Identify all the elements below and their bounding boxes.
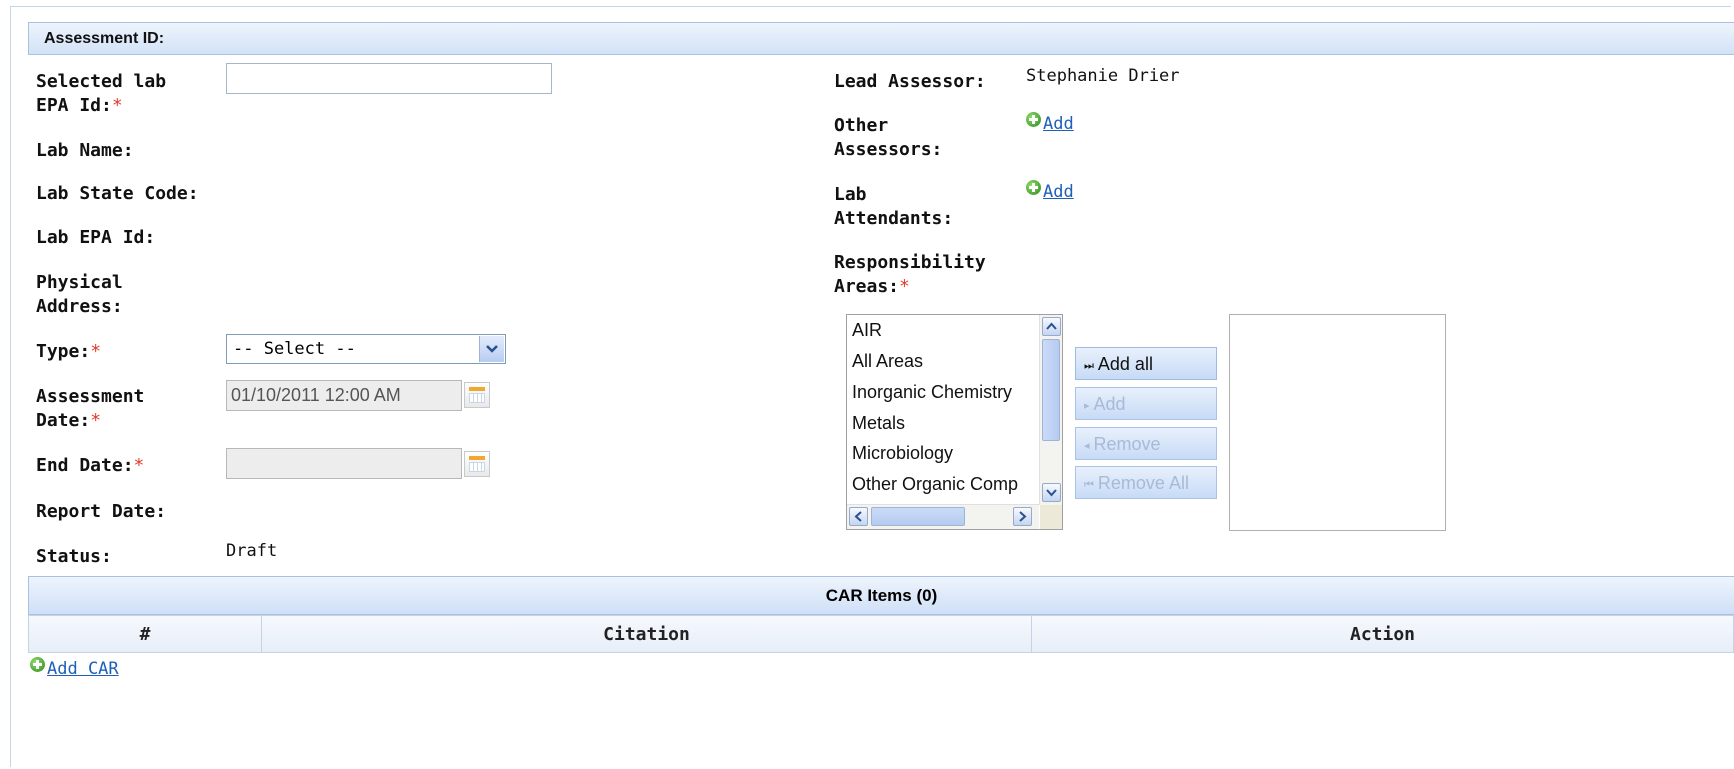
selected-areas-listbox[interactable] <box>1229 314 1446 531</box>
section-title: Assessment ID: <box>44 30 165 47</box>
rewind-icon: ⏮ <box>1084 479 1094 491</box>
lab-attendants-label: Lab Attendants: <box>834 184 954 229</box>
physical-address-label: Physical Address: <box>36 272 123 317</box>
remove-button[interactable]: ◂ Remove <box>1075 427 1217 460</box>
scroll-down-icon[interactable] <box>1042 483 1061 502</box>
vertical-scrollbar[interactable] <box>1039 315 1062 505</box>
add-other-assessor-link[interactable]: Add <box>1026 112 1074 134</box>
scroll-left-icon[interactable] <box>849 507 868 526</box>
chevron-down-icon[interactable] <box>479 336 504 362</box>
selected-lab-epa-input[interactable] <box>226 63 552 94</box>
add-lab-attendant-link[interactable]: Add <box>1026 180 1074 202</box>
type-selected-value: -- Select -- <box>233 339 356 359</box>
list-item[interactable]: Microbiology <box>852 443 953 464</box>
status-label: Status: <box>36 546 112 567</box>
scroll-corner <box>1040 505 1062 529</box>
section-header: Assessment ID: <box>28 22 1734 55</box>
type-select[interactable]: -- Select -- <box>226 334 506 364</box>
play-icon: ▸ <box>1084 400 1090 412</box>
type-label: Type:* <box>36 341 102 362</box>
list-item[interactable]: Metals <box>852 413 905 434</box>
fast-forward-icon: ⏭ <box>1084 360 1094 372</box>
report-date-label: Report Date: <box>36 501 167 522</box>
car-items-header: CAR Items (0) <box>28 576 1734 615</box>
car-items-title: CAR Items (0) <box>825 586 938 605</box>
calendar-icon[interactable] <box>464 451 490 477</box>
lead-assessor-label: Lead Assessor: <box>834 71 986 92</box>
other-assessors-label: Other Assessors: <box>834 115 943 160</box>
assessment-date-input[interactable]: 01/10/2011 12:00 AM <box>226 380 462 411</box>
add-icon <box>1026 112 1041 127</box>
scroll-thumb[interactable] <box>1042 339 1060 441</box>
calendar-icon[interactable] <box>464 382 490 408</box>
end-date-label: End Date:* <box>36 455 145 476</box>
list-item[interactable]: All Areas <box>852 351 923 372</box>
selected-lab-label: Selected lab EPA Id:* <box>36 71 167 116</box>
end-date-input[interactable] <box>226 448 462 479</box>
column-header-citation[interactable]: Citation <box>261 615 1032 653</box>
horizontal-scrollbar[interactable] <box>847 504 1039 529</box>
scroll-right-icon[interactable] <box>1013 507 1032 526</box>
lead-assessor-value: Stephanie Drier <box>1026 66 1180 86</box>
add-all-button[interactable]: ⏭ Add all <box>1075 347 1217 380</box>
list-item[interactable]: Inorganic Chemistry <box>852 382 1012 403</box>
column-header-number[interactable]: # <box>28 615 262 653</box>
add-button[interactable]: ▸ Add <box>1075 387 1217 420</box>
scroll-up-icon[interactable] <box>1042 317 1061 336</box>
lab-name-label: Lab Name: <box>36 140 134 161</box>
list-item[interactable]: AIR <box>852 320 882 341</box>
lab-state-code-label: Lab State Code: <box>36 183 199 204</box>
list-item[interactable]: Other Organic Comp <box>852 474 1018 495</box>
add-car-link[interactable]: Add CAR <box>30 657 119 679</box>
remove-all-button[interactable]: ⏮ Remove All <box>1075 466 1217 499</box>
column-header-action[interactable]: Action <box>1031 615 1734 653</box>
lab-epa-id-label: Lab EPA Id: <box>36 227 156 248</box>
status-value: Draft <box>226 541 278 561</box>
available-areas-listbox[interactable]: AIR All Areas Inorganic Chemistry Metals… <box>846 314 1063 530</box>
scroll-thumb[interactable] <box>871 507 965 526</box>
add-icon <box>1026 180 1041 195</box>
add-icon <box>30 657 45 672</box>
assessment-date-label: Assessment Date:* <box>36 386 145 431</box>
required-mark: * <box>111 95 123 116</box>
back-icon: ◂ <box>1084 440 1090 452</box>
responsibility-areas-label: Responsibility Areas:* <box>834 252 986 297</box>
